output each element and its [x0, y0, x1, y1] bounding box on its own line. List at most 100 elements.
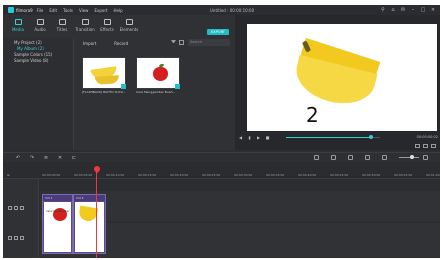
zoom-in-icon[interactable] [423, 155, 428, 160]
timeline-toolbar: ↶ ↷ ≡ ✕ ⊏ [3, 152, 440, 162]
account-icon[interactable]: ⚲ [380, 7, 386, 13]
preview-actions [412, 144, 436, 148]
folder-tree: My Project (2) My Album (2) Sample Color… [3, 38, 74, 169]
media-label-1: [FLASHBACK] BAHTO SUCU... [82, 90, 126, 94]
clip-thumbnail: Cara menggambar [44, 202, 71, 252]
tab-media[interactable]: Media [7, 15, 29, 37]
redo-icon[interactable]: ↷ [29, 155, 35, 161]
editor-window: filmora9 File Edit Tools View Export Hel… [3, 5, 440, 258]
snapshot-icon[interactable] [415, 144, 420, 148]
media-label-2: Cara Menggambar Buah... [136, 90, 176, 94]
ruler-tick: 00:00:10:00 [106, 173, 125, 177]
render-icon[interactable] [314, 155, 319, 160]
crop-icon[interactable]: ⊏ [71, 155, 77, 161]
mixer-icon[interactable] [365, 155, 370, 160]
track-header-2 [8, 206, 26, 210]
lock-icon[interactable] [14, 206, 18, 210]
search-input[interactable]: Search [188, 39, 230, 46]
clip-thumbnail [75, 202, 104, 252]
zoom-slider[interactable] [399, 155, 419, 159]
zoom-knob[interactable] [410, 155, 414, 159]
media-thumbnail-banana[interactable] [82, 57, 126, 89]
track-icon [8, 206, 12, 210]
eye-icon[interactable] [20, 236, 24, 240]
window-controls: ⚲ ⌂ ✉ – □ × [376, 7, 436, 13]
undo-icon[interactable]: ↶ [15, 155, 21, 161]
transition-icon [81, 19, 89, 25]
filter-icon[interactable] [171, 40, 176, 45]
menu-view[interactable]: View [79, 8, 89, 13]
check-icon [121, 84, 126, 89]
ruler-tick: 00:00:35:00 [266, 173, 285, 177]
media-thumbnail-apple[interactable] [136, 57, 180, 89]
timeline-clip[interactable]: Vid 2 [73, 194, 106, 254]
menu-help[interactable]: Help [114, 8, 123, 13]
playback-scrubber[interactable] [286, 135, 380, 139]
minimize-icon[interactable]: – [410, 7, 416, 13]
timeline-clip[interactable]: Vid 1 Cara menggambar [42, 194, 73, 254]
ruler-tick: 00:00:55:00 [394, 173, 413, 177]
fullscreen-icon[interactable] [423, 144, 428, 148]
volume-icon[interactable] [431, 144, 436, 148]
export-button[interactable]: EXPORT [207, 29, 229, 35]
ruler-tick: 00:00:30:00 [234, 173, 253, 177]
check-icon [175, 84, 180, 89]
playback-bar: ◀ ▮ ▶ ■ 00:00:00:02 [235, 133, 440, 142]
clip-inner-label: Cara menggambar [46, 210, 70, 213]
elements-icon [125, 19, 133, 25]
media-toolbar: Import Record Search [75, 39, 235, 47]
app-name: filmora9 [16, 7, 33, 13]
title-bar: filmora9 File Edit Tools View Export Hel… [3, 5, 440, 15]
notification-icon[interactable]: ✉ [400, 7, 406, 13]
clip-header: Vid 2 [74, 195, 105, 201]
menu-file[interactable]: File [37, 8, 44, 13]
track-headers [3, 179, 39, 258]
tab-transition[interactable]: Transition [74, 15, 96, 37]
step-back-icon[interactable]: ◀ [238, 135, 243, 140]
menu-export[interactable]: Export [94, 8, 107, 13]
close-icon[interactable]: × [430, 7, 436, 13]
preview-canvas: 2 [247, 24, 437, 131]
track-icon [8, 236, 12, 240]
ruler-tick: 00:00:20:00 [170, 173, 189, 177]
module-tabs: Media Audio Titles Transition Effects El… [3, 15, 235, 37]
prev-frame-icon[interactable]: ▮ [247, 135, 252, 140]
tab-audio[interactable]: Audio [29, 15, 51, 37]
tab-elements[interactable]: Elements [118, 15, 140, 37]
audio-icon [36, 19, 44, 25]
folder-sample-video[interactable]: Sample Video (8) [14, 58, 73, 64]
play-icon[interactable]: ▶ [256, 135, 261, 140]
lock-icon[interactable] [14, 236, 18, 240]
eye-icon[interactable] [20, 206, 24, 210]
grid-view-icon[interactable] [179, 40, 184, 45]
zoom-out-icon[interactable] [382, 155, 387, 160]
import-dropdown[interactable]: Import [83, 41, 96, 46]
ruler-tick: 00:00:25:00 [202, 173, 221, 177]
ruler-tick: 00:00:05:00 [74, 173, 93, 177]
marker-icon[interactable] [331, 155, 336, 160]
titles-icon [58, 19, 66, 25]
preview-panel: 2 ◀ ▮ ▶ ■ 00:00:00:02 [235, 15, 440, 150]
playback-time: 00:00:00:02 [416, 135, 438, 139]
media-library-panel: Media Audio Titles Transition Effects El… [3, 15, 235, 169]
tab-effects[interactable]: Effects [96, 15, 118, 37]
menu-edit[interactable]: Edit [49, 8, 57, 13]
add-track-icon[interactable]: ⊞ [7, 173, 10, 177]
stop-icon[interactable]: ■ [265, 135, 270, 140]
banana-image-2 [94, 75, 120, 85]
cut-icon[interactable]: ✕ [57, 155, 63, 161]
playhead[interactable] [96, 169, 97, 258]
scrubber-knob[interactable] [368, 135, 373, 139]
ruler-tick: 00:00:50:00 [362, 173, 381, 177]
cart-icon[interactable]: ⌂ [390, 7, 396, 13]
menu-tools[interactable]: Tools [63, 8, 73, 13]
timeline-ruler[interactable]: ⊞ 00:00:00:00 00:00:05:00 00:00:10:00 00:00… [3, 163, 440, 179]
record-dropdown[interactable]: Record [114, 41, 128, 46]
tab-titles[interactable]: Titles [51, 15, 73, 37]
maximize-icon[interactable]: □ [420, 7, 426, 13]
app-logo-icon [8, 7, 14, 13]
ruler-tick: 00:00:00:00 [42, 173, 61, 177]
track-header-1 [8, 236, 26, 240]
delete-icon[interactable]: ≡ [43, 155, 49, 161]
voiceover-icon[interactable] [348, 155, 353, 160]
